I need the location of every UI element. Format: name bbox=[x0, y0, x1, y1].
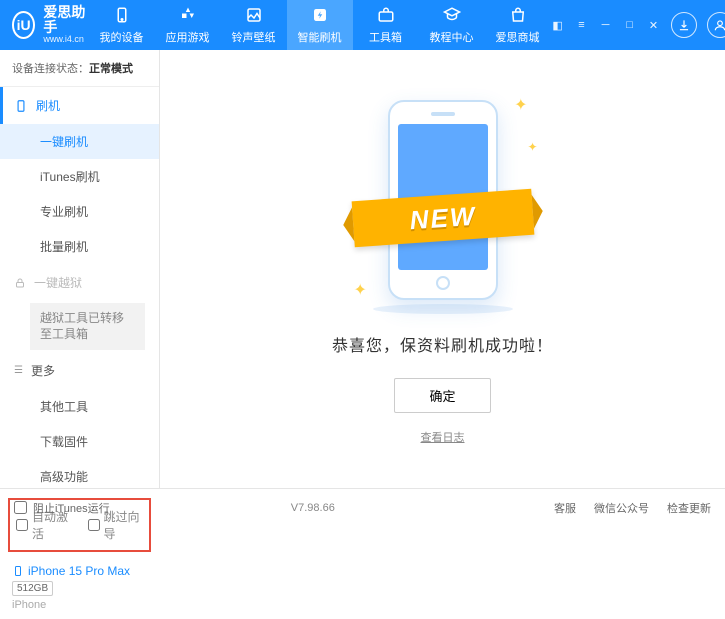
apps-icon bbox=[178, 5, 198, 25]
sparkle-icon: ✦ bbox=[514, 95, 527, 115]
download-button[interactable] bbox=[671, 12, 697, 38]
lock-icon bbox=[14, 277, 26, 289]
checkbox-input[interactable] bbox=[16, 519, 28, 531]
footer-link-update[interactable]: 检查更新 bbox=[667, 500, 711, 516]
sparkle-icon: ✦ bbox=[527, 140, 537, 154]
block-itunes-checkbox[interactable]: 阻止iTunes运行 bbox=[14, 500, 110, 516]
nav-apps-games[interactable]: 应用游戏 bbox=[155, 0, 221, 50]
nav-tutorials[interactable]: 教程中心 bbox=[419, 0, 485, 50]
sidebar-item-advanced[interactable]: 高级功能 bbox=[0, 459, 159, 494]
window-controls: ◧ ≡ ─ □ ✕ bbox=[551, 12, 725, 38]
app-logo: iU 爱思助手 www.i4.cn bbox=[12, 5, 89, 46]
footer-link-wechat[interactable]: 微信公众号 bbox=[594, 500, 649, 516]
nav-label: 应用游戏 bbox=[166, 29, 210, 45]
device-icon bbox=[112, 5, 132, 25]
nav-my-device[interactable]: 我的设备 bbox=[89, 0, 155, 50]
sidebar-item-download-firmware[interactable]: 下载固件 bbox=[0, 424, 159, 459]
checkbox-input[interactable] bbox=[14, 501, 27, 514]
device-type: iPhone bbox=[12, 599, 147, 611]
success-illustration: NEW ✦ ✦ ✦ bbox=[368, 100, 518, 310]
ok-button[interactable]: 确定 bbox=[394, 378, 490, 413]
footer-link-support[interactable]: 客服 bbox=[554, 500, 576, 516]
phone-icon bbox=[14, 99, 28, 113]
sidebar: 设备连接状态：正常模式 刷机 一键刷机 iTunes刷机 专业刷机 批量刷机 一… bbox=[0, 50, 160, 488]
section-label: 刷机 bbox=[36, 97, 60, 114]
menu-icon[interactable]: ≡ bbox=[575, 18, 589, 32]
main-content: NEW ✦ ✦ ✦ 恭喜您，保资料刷机成功啦！ 确定 查看日志 bbox=[160, 50, 725, 488]
section-more[interactable]: ☰ 更多 bbox=[0, 352, 159, 389]
store-icon bbox=[508, 5, 528, 25]
flash-icon bbox=[310, 5, 330, 25]
checkbox-input[interactable] bbox=[88, 519, 100, 531]
version-label: V7.98.66 bbox=[291, 502, 335, 514]
wallpaper-icon bbox=[244, 5, 264, 25]
device-capacity: 512GB bbox=[12, 581, 53, 596]
conn-label: 设备连接状态： bbox=[12, 63, 89, 75]
app-title: 爱思助手 bbox=[43, 5, 88, 36]
sidebar-item-one-key-flash[interactable]: 一键刷机 bbox=[0, 124, 159, 159]
section-jailbreak: 一键越狱 bbox=[0, 264, 159, 301]
logo-badge: iU bbox=[12, 11, 35, 39]
phone-small-icon bbox=[12, 565, 24, 577]
nav-label: 铃声壁纸 bbox=[232, 29, 276, 45]
jailbreak-moved-note: 越狱工具已转移至工具箱 bbox=[30, 303, 145, 350]
nav-label: 我的设备 bbox=[100, 29, 144, 45]
ribbon-text: NEW bbox=[408, 200, 477, 236]
section-label: 更多 bbox=[31, 362, 55, 379]
minimize-icon[interactable]: ─ bbox=[599, 18, 613, 32]
app-url: www.i4.cn bbox=[43, 35, 88, 45]
nav-ringtone-wallpaper[interactable]: 铃声壁纸 bbox=[221, 0, 287, 50]
sidebar-item-other-tools[interactable]: 其他工具 bbox=[0, 389, 159, 424]
top-nav: 我的设备 应用游戏 铃声壁纸 智能刷机 工具箱 教程中心 爱思商城 bbox=[89, 0, 551, 50]
conn-mode: 正常模式 bbox=[89, 63, 133, 75]
sparkle-icon: ✦ bbox=[354, 280, 367, 300]
sidebar-item-itunes-flash[interactable]: iTunes刷机 bbox=[0, 159, 159, 194]
section-flash[interactable]: 刷机 bbox=[0, 87, 159, 124]
titlebar: iU 爱思助手 www.i4.cn 我的设备 应用游戏 铃声壁纸 智能刷机 工具… bbox=[0, 0, 725, 50]
nav-label: 爱思商城 bbox=[496, 29, 540, 45]
sidebar-item-pro-flash[interactable]: 专业刷机 bbox=[0, 194, 159, 229]
nav-store[interactable]: 爱思商城 bbox=[485, 0, 551, 50]
checkbox-label: 阻止iTunes运行 bbox=[33, 500, 110, 516]
view-log-link[interactable]: 查看日志 bbox=[421, 429, 465, 445]
tutorial-icon bbox=[442, 5, 462, 25]
chevron-icon: ☰ bbox=[14, 365, 23, 376]
maximize-icon[interactable]: □ bbox=[623, 18, 637, 32]
new-ribbon: NEW bbox=[351, 189, 534, 247]
nav-smart-flash[interactable]: 智能刷机 bbox=[287, 0, 353, 50]
device-info: iPhone 15 Pro Max 512GB iPhone bbox=[0, 556, 159, 619]
nav-label: 教程中心 bbox=[430, 29, 474, 45]
skin-icon[interactable]: ◧ bbox=[551, 18, 565, 32]
device-name[interactable]: iPhone 15 Pro Max bbox=[12, 564, 147, 578]
user-button[interactable] bbox=[707, 12, 725, 38]
sidebar-item-batch-flash[interactable]: 批量刷机 bbox=[0, 229, 159, 264]
nav-label: 智能刷机 bbox=[298, 29, 342, 45]
toolbox-icon bbox=[376, 5, 396, 25]
nav-toolbox[interactable]: 工具箱 bbox=[353, 0, 419, 50]
close-icon[interactable]: ✕ bbox=[647, 18, 661, 32]
connection-status: 设备连接状态：正常模式 bbox=[0, 50, 159, 87]
device-name-text: iPhone 15 Pro Max bbox=[28, 564, 130, 578]
section-label: 一键越狱 bbox=[34, 274, 82, 291]
nav-label: 工具箱 bbox=[369, 29, 402, 45]
success-message: 恭喜您，保资料刷机成功啦！ bbox=[332, 332, 553, 356]
